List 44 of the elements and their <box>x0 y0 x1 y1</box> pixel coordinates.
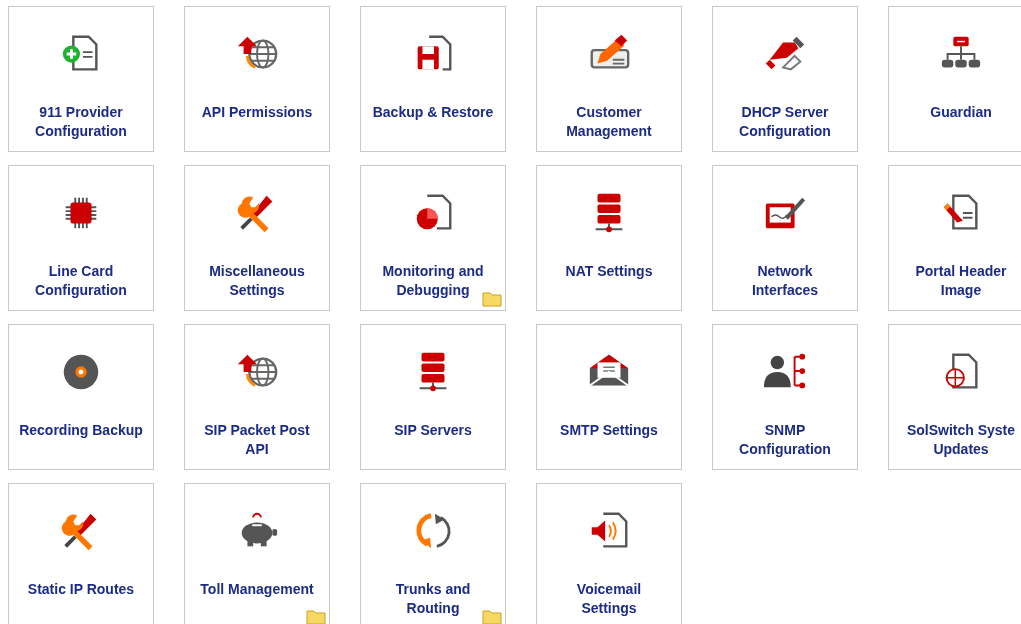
tile-label: Guardian <box>930 103 992 122</box>
tile-label: NAT Settings <box>565 262 653 281</box>
tile-label: Backup & Restore <box>372 103 494 122</box>
tile-label: Customer Management <box>566 103 652 141</box>
settings-tile[interactable]: Customer Management <box>536 6 682 152</box>
settings-tile[interactable]: Portal Header Image <box>888 165 1021 311</box>
settings-tile[interactable]: Toll Management <box>184 483 330 624</box>
settings-tile[interactable]: SIP Servers <box>360 324 506 470</box>
tile-label: Recording Backup <box>19 421 143 440</box>
settings-tile[interactable]: DHCP Server Configuration <box>712 6 858 152</box>
tile-label: Network Interfaces <box>751 262 819 300</box>
tile-label: Monitoring and Debugging <box>382 262 484 300</box>
settings-tile[interactable]: API Permissions <box>184 6 330 152</box>
tile-label: SNMP Configuration <box>739 421 831 459</box>
tile-label: Miscellaneous Settings <box>209 262 305 300</box>
tile-label: Toll Management <box>200 580 314 599</box>
settings-tile[interactable]: Guardian <box>888 6 1021 152</box>
settings-tile[interactable]: Static IP Routes <box>8 483 154 624</box>
settings-tile[interactable]: NAT Settings <box>536 165 682 311</box>
tile-label: SolSwitch Syste Updates <box>906 421 1016 459</box>
tile-label: API Permissions <box>201 103 313 122</box>
settings-tile[interactable]: Trunks and Routing <box>360 483 506 624</box>
settings-tile[interactable]: Miscellaneous Settings <box>184 165 330 311</box>
tile-label: DHCP Server Configuration <box>739 103 831 141</box>
tile-label: SIP Servers <box>394 421 472 440</box>
tile-label: Static IP Routes <box>27 580 135 599</box>
settings-tile[interactable]: SNMP Configuration <box>712 324 858 470</box>
tile-label: Trunks and Routing <box>395 580 471 618</box>
settings-tile[interactable]: SMTP Settings <box>536 324 682 470</box>
tile-label: SIP Packet Post API <box>204 421 310 459</box>
settings-tile[interactable]: 911 Provider Configuration <box>8 6 154 152</box>
settings-tile[interactable]: Recording Backup <box>8 324 154 470</box>
settings-tile[interactable]: Network Interfaces <box>712 165 858 311</box>
settings-tile[interactable]: SolSwitch Syste Updates <box>888 324 1021 470</box>
settings-tile[interactable]: Line Card Configuration <box>8 165 154 311</box>
tile-label: SMTP Settings <box>560 421 658 440</box>
tile-label: 911 Provider Configuration <box>35 103 127 141</box>
settings-tile[interactable]: SIP Packet Post API <box>184 324 330 470</box>
tile-label: Line Card Configuration <box>35 262 127 300</box>
settings-tile[interactable]: Monitoring and Debugging <box>360 165 506 311</box>
tile-label: Portal Header Image <box>915 262 1007 300</box>
settings-tile[interactable]: Voicemail Settings <box>536 483 682 624</box>
settings-tile[interactable]: Backup & Restore <box>360 6 506 152</box>
tile-label: Voicemail Settings <box>576 580 642 618</box>
